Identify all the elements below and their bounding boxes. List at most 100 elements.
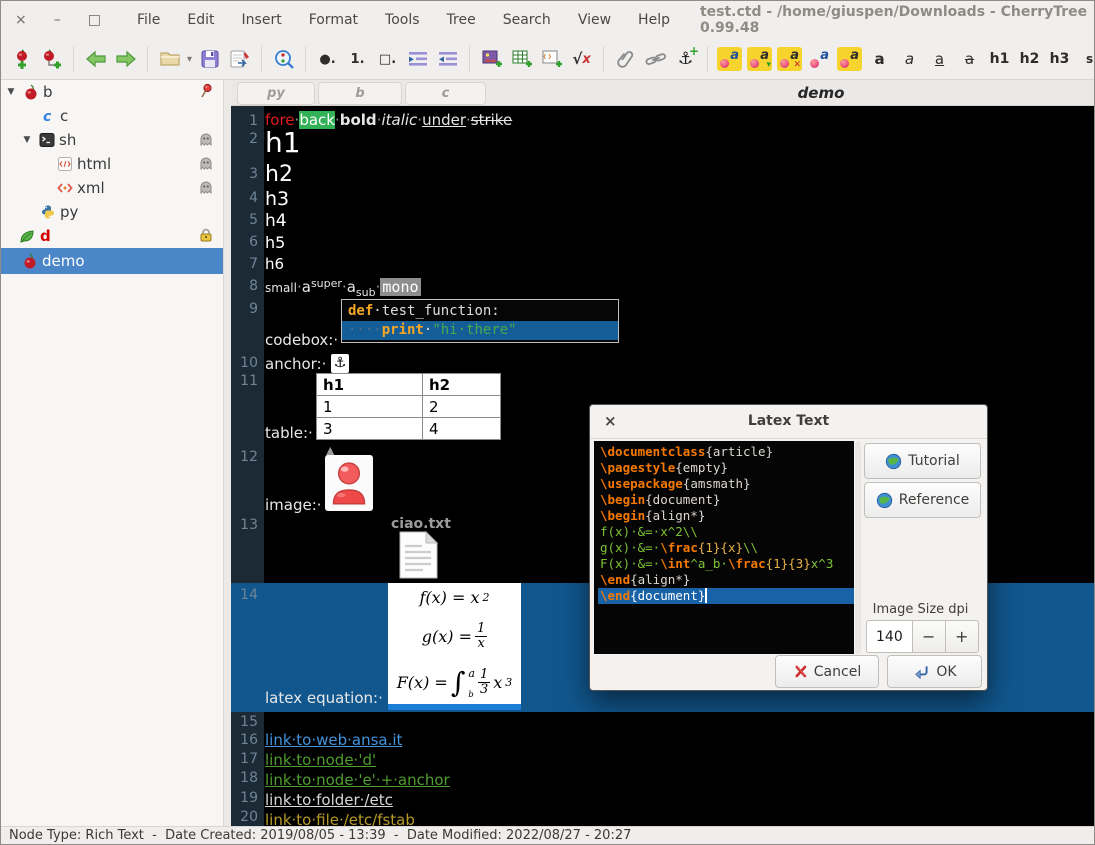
code-segment: print xyxy=(382,322,424,338)
code-segment: {align*} xyxy=(645,508,705,523)
eq2-fraction: 1x xyxy=(475,622,487,652)
dpi-input[interactable] xyxy=(866,620,912,653)
tree-node-d[interactable]: d xyxy=(1,224,223,248)
strikethrough-icon[interactable]: a xyxy=(957,46,982,72)
minimize-window-icon[interactable]: – xyxy=(54,13,61,27)
open-file-icon[interactable] xyxy=(157,46,182,72)
menu-view[interactable]: View xyxy=(578,12,611,28)
table-cell[interactable]: 1 xyxy=(317,396,423,418)
reference-button[interactable]: Reference xyxy=(864,482,981,518)
fg-color-icon[interactable]: a xyxy=(717,47,742,71)
cherry-node-icon xyxy=(22,84,39,101)
dialog-titlebar[interactable]: × Latex Text xyxy=(590,405,987,439)
menu-insert[interactable]: Insert xyxy=(242,12,282,28)
fg-color-pick-icon[interactable]: a xyxy=(807,47,832,71)
letter-a-glyph: a xyxy=(730,48,739,63)
menu-help[interactable]: Help xyxy=(638,12,670,28)
menu-format[interactable]: Format xyxy=(309,12,358,28)
find-icon[interactable] xyxy=(271,46,296,72)
table-cell[interactable]: 4 xyxy=(423,418,501,440)
table-cell[interactable]: 2 xyxy=(423,396,501,418)
insert-table-icon[interactable] xyxy=(509,46,534,72)
codebox[interactable]: def·test_function:····print·"hi·there" xyxy=(341,299,619,343)
menu-tools[interactable]: Tools xyxy=(385,12,420,28)
code-line: f(x)·&=·x^2\\ xyxy=(598,524,854,540)
maximize-window-icon[interactable]: □ xyxy=(88,13,101,27)
go-forward-icon[interactable] xyxy=(113,46,138,72)
code-line: \documentclass{article} xyxy=(598,444,854,460)
ok-button[interactable]: OK xyxy=(887,655,982,688)
toolbar-separator xyxy=(73,46,74,72)
embedded-image-person[interactable] xyxy=(325,455,373,511)
link-node-e-anchor[interactable]: link·to·node·'e'·+·anchor xyxy=(265,771,450,789)
latex-rendered-image[interactable]: f(x) = x2 g(x) = 1x F(x) = ∫ ab 13 x3 xyxy=(388,583,521,704)
tree-node-py[interactable]: py xyxy=(1,200,223,224)
latex-source-editor[interactable]: \documentclass{article}\pagestyle{empty}… xyxy=(594,441,854,654)
dialog-scrollbar[interactable] xyxy=(855,441,861,654)
unindent-icon[interactable] xyxy=(435,46,460,72)
dpi-increase-button[interactable]: + xyxy=(946,620,980,653)
expander-icon[interactable]: ▼ xyxy=(4,87,18,97)
tutorial-button[interactable]: Tutorial xyxy=(864,443,981,479)
embedded-table[interactable]: h1 h2 1 2 3 4 xyxy=(316,373,501,440)
new-subnode-icon[interactable] xyxy=(39,46,64,72)
insert-latex-icon[interactable]: √x xyxy=(569,46,594,72)
italic-icon[interactable]: a xyxy=(897,46,922,72)
save-as-icon[interactable] xyxy=(227,46,252,72)
bg-color-icon[interactable]: a ▾ xyxy=(747,47,772,71)
new-node-icon[interactable] xyxy=(9,46,34,72)
todo-list-icon[interactable]: □. xyxy=(375,46,400,72)
insert-anchor-icon[interactable]: ⚓ + xyxy=(673,46,698,72)
h2-icon[interactable]: h2 xyxy=(1017,46,1042,72)
code-line: \end{document} xyxy=(598,588,854,604)
small-text-icon[interactable]: s xyxy=(1077,46,1095,72)
bold-icon[interactable]: a xyxy=(867,46,892,72)
menu-tree[interactable]: Tree xyxy=(447,12,476,28)
indent-icon[interactable] xyxy=(405,46,430,72)
node-header: py b c demo xyxy=(231,80,1095,106)
bullet-list-icon[interactable]: ●. xyxy=(315,46,340,72)
tree-node-xml[interactable]: xml xyxy=(1,176,223,200)
cancel-button[interactable]: Cancel xyxy=(775,655,879,688)
expander-icon[interactable]: ▼ xyxy=(20,135,34,145)
tree-node-c[interactable]: c c xyxy=(1,104,223,128)
insert-link-icon[interactable] xyxy=(643,46,668,72)
save-icon[interactable] xyxy=(197,46,222,72)
table-cell[interactable]: 3 xyxy=(317,418,423,440)
link-web[interactable]: link·to·web·ansa.it xyxy=(265,731,402,749)
bg-color-pick-icon[interactable]: a xyxy=(837,47,862,71)
recent-node-button-c[interactable]: c xyxy=(405,82,486,105)
code-line: def·test_function: xyxy=(342,302,618,321)
attach-file-icon[interactable] xyxy=(613,46,638,72)
current-node-title: demo xyxy=(761,84,881,102)
code-segment: \frac xyxy=(728,556,766,571)
code-segment: \frac xyxy=(660,540,698,555)
underline-icon[interactable]: a xyxy=(927,46,952,72)
recent-node-button-py[interactable]: py xyxy=(237,82,315,105)
tree-node-sh[interactable]: ▼ sh xyxy=(1,128,223,152)
h3-icon[interactable]: h3 xyxy=(1047,46,1072,72)
insert-codebox-icon[interactable] xyxy=(539,46,564,72)
clear-format-icon[interactable]: a ✕ xyxy=(777,47,802,71)
open-file-caret-icon[interactable]: ▾ xyxy=(187,54,192,65)
dpi-decrease-button[interactable]: − xyxy=(912,620,946,653)
anchor-icon[interactable]: ⚓ xyxy=(331,354,349,373)
numbered-list-icon[interactable]: 1. xyxy=(345,46,370,72)
recent-node-button-b[interactable]: b xyxy=(318,82,402,105)
tree-editor-splitter[interactable] xyxy=(223,80,231,828)
menu-search[interactable]: Search xyxy=(503,12,551,28)
link-node-d[interactable]: link·to·node·'d' xyxy=(265,751,376,769)
tree-node-b[interactable]: ▼ b xyxy=(1,80,223,104)
insert-image-icon[interactable] xyxy=(479,46,504,72)
menu-edit[interactable]: Edit xyxy=(187,12,214,28)
tree-node-demo[interactable]: demo xyxy=(1,248,223,274)
h1-icon[interactable]: h1 xyxy=(987,46,1012,72)
table-header-cell[interactable]: h2 xyxy=(423,374,501,396)
link-folder[interactable]: link·to·folder·/etc xyxy=(265,791,393,809)
close-window-icon[interactable]: × xyxy=(15,13,27,27)
table-header-cell[interactable]: h1 xyxy=(317,374,423,396)
go-back-icon[interactable] xyxy=(83,46,108,72)
tree-node-html[interactable]: html xyxy=(1,152,223,176)
embedded-file-icon[interactable] xyxy=(393,531,443,579)
menu-file[interactable]: File xyxy=(137,12,160,28)
